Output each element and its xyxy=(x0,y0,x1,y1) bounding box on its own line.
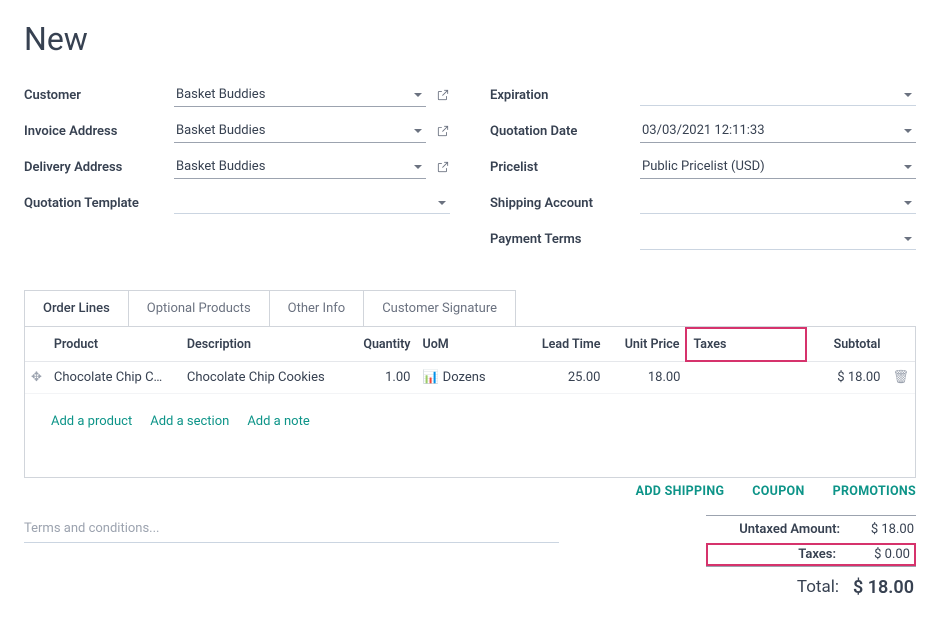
delivery-address-value[interactable]: Basket Buddies xyxy=(174,155,426,179)
tabs: Order Lines Optional Products Other Info… xyxy=(24,290,516,326)
delivery-address-dropdown[interactable]: Basket Buddies xyxy=(174,155,426,179)
customer-label: Customer xyxy=(24,88,174,103)
cell-taxes[interactable] xyxy=(686,361,806,393)
invoice-address-value[interactable]: Basket Buddies xyxy=(174,119,426,143)
promotions-button[interactable]: PROMOTIONS xyxy=(833,484,916,499)
tab-order-lines[interactable]: Order Lines xyxy=(25,291,129,326)
cell-uom-text: Dozens xyxy=(443,370,486,385)
total-value: $ 18.00 xyxy=(853,577,914,598)
terms-input[interactable]: Terms and conditions... xyxy=(24,515,559,543)
tab-other-info[interactable]: Other Info xyxy=(270,291,365,326)
th-subtotal: Subtotal xyxy=(806,328,886,361)
quotation-template-value[interactable] xyxy=(174,192,450,214)
th-taxes: Taxes xyxy=(686,328,806,361)
external-link-icon[interactable] xyxy=(436,160,450,174)
invoice-address-dropdown[interactable]: Basket Buddies xyxy=(174,119,426,143)
add-shipping-button[interactable]: ADD SHIPPING xyxy=(636,484,725,499)
quotation-template-label: Quotation Template xyxy=(24,196,174,211)
th-unit-price: Unit Price xyxy=(606,328,686,361)
drag-handle-icon[interactable]: ✥ xyxy=(25,361,48,393)
tab-customer-signature[interactable]: Customer Signature xyxy=(364,291,515,326)
add-section-link[interactable]: Add a section xyxy=(150,414,229,429)
add-product-link[interactable]: Add a product xyxy=(51,414,132,429)
form-column-right: Expiration Quotation Date 03/03/2021 12:… xyxy=(490,82,916,262)
payment-terms-field[interactable] xyxy=(640,228,916,250)
cell-product[interactable]: Chocolate Chip C… xyxy=(48,361,181,393)
pricelist-value[interactable]: Public Pricelist (USD) xyxy=(640,155,916,179)
taxes-total-label: Taxes: xyxy=(712,547,836,562)
cell-subtotal: $ 18.00 xyxy=(806,361,886,393)
page-title: New xyxy=(24,20,916,58)
trash-icon[interactable]: 🗑 xyxy=(886,361,915,393)
cell-description[interactable]: Chocolate Chip Cookies xyxy=(181,361,347,393)
th-uom: UoM xyxy=(416,328,516,361)
totals-panel: Untaxed Amount: $ 18.00 Taxes: $ 0.00 To… xyxy=(706,515,916,598)
taxes-total-value: $ 0.00 xyxy=(850,547,910,562)
cell-unit-price[interactable]: 18.00 xyxy=(606,361,686,393)
th-product: Product xyxy=(48,328,181,361)
total-label: Total: xyxy=(708,577,839,598)
customer-value[interactable]: Basket Buddies xyxy=(174,83,426,107)
delivery-address-label: Delivery Address xyxy=(24,160,174,175)
quotation-template-dropdown[interactable] xyxy=(174,192,450,214)
external-link-icon[interactable] xyxy=(436,124,450,138)
customer-dropdown[interactable]: Basket Buddies xyxy=(174,83,426,107)
cell-lead-time[interactable]: 25.00 xyxy=(516,361,606,393)
expiration-field[interactable] xyxy=(640,84,916,106)
tab-optional-products[interactable]: Optional Products xyxy=(129,291,270,326)
form-column-left: Customer Basket Buddies Invoice Address … xyxy=(24,82,450,262)
untaxed-amount-value: $ 18.00 xyxy=(854,522,914,537)
shipping-account-label: Shipping Account xyxy=(490,196,640,211)
cell-quantity[interactable]: 1.00 xyxy=(346,361,416,393)
shipping-account-field[interactable] xyxy=(640,192,916,214)
order-lines-table: Product Description Quantity UoM Lead Ti… xyxy=(25,327,915,477)
quotation-date-value[interactable]: 03/03/2021 12:11:33 xyxy=(640,119,916,143)
table-row[interactable]: ✥ Chocolate Chip C… Chocolate Chip Cooki… xyxy=(25,361,915,393)
cell-uom[interactable]: 📊 Dozens xyxy=(416,361,516,393)
pricelist-label: Pricelist xyxy=(490,160,640,175)
untaxed-amount-label: Untaxed Amount: xyxy=(708,522,840,537)
th-lead-time: Lead Time xyxy=(516,328,606,361)
expiration-label: Expiration xyxy=(490,88,640,103)
payment-terms-label: Payment Terms xyxy=(490,232,640,247)
quotation-date-label: Quotation Date xyxy=(490,124,640,139)
pricelist-dropdown[interactable]: Public Pricelist (USD) xyxy=(640,155,916,179)
external-link-icon[interactable] xyxy=(436,88,450,102)
th-quantity: Quantity xyxy=(346,328,416,361)
coupon-button[interactable]: COUPON xyxy=(752,484,804,499)
quotation-date-field[interactable]: 03/03/2021 12:11:33 xyxy=(640,119,916,143)
th-description: Description xyxy=(181,328,347,361)
add-note-link[interactable]: Add a note xyxy=(247,414,309,429)
invoice-address-label: Invoice Address xyxy=(24,124,174,139)
chart-icon: 📊 xyxy=(422,370,438,385)
